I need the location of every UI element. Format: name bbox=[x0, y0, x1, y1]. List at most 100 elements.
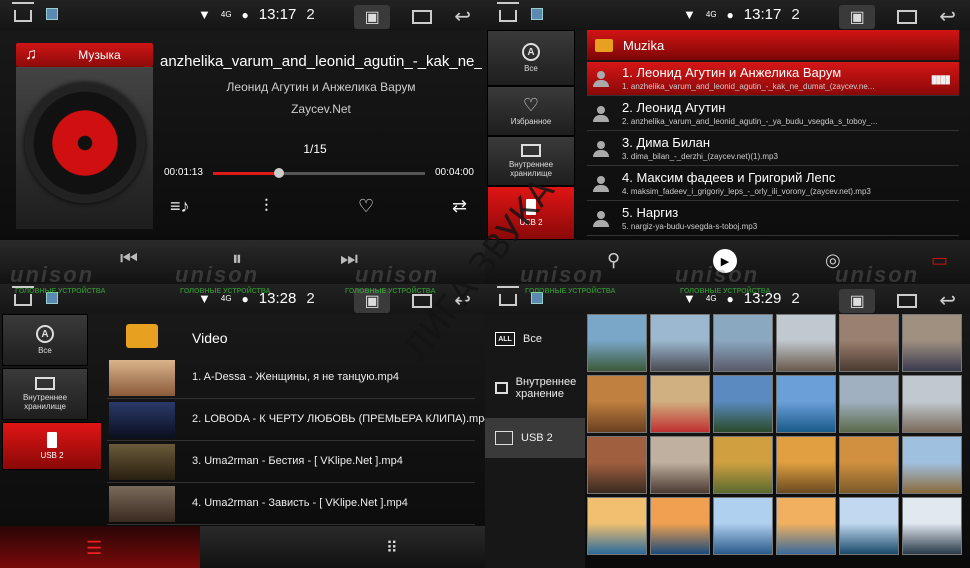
video-thumbnail bbox=[109, 360, 175, 396]
photo-thumbnail[interactable] bbox=[587, 497, 647, 555]
track-title: anzhelika_varum_and_leonid_agutin_-_kak_… bbox=[160, 53, 482, 70]
heart-icon: ♡ bbox=[522, 95, 540, 115]
video-name: 2. LOBODA - К ЧЕРТУ ЛЮБОВЬ (ПРЕМЬЕРА КЛИ… bbox=[192, 413, 491, 425]
photo-thumbnail[interactable] bbox=[587, 436, 647, 494]
list-view-tab[interactable]: ☰ bbox=[0, 526, 200, 568]
photo-thumbnail[interactable] bbox=[839, 314, 899, 372]
folder-icon bbox=[126, 324, 158, 348]
person-icon[interactable]: ⚲ bbox=[607, 250, 620, 271]
video-row[interactable]: 3. Uma2rman - Бестия - [ VKlipe.Net ].mp… bbox=[107, 441, 475, 483]
current-time: 00:01:13 bbox=[164, 167, 203, 178]
photo-thumbnail[interactable] bbox=[713, 375, 773, 433]
sidebar-internal-storage[interactable]: Внутреннее хранилище bbox=[2, 368, 88, 420]
notification-count: 2 bbox=[306, 290, 315, 307]
song-file: 5. nargiz-ya-budu-vsegda-s-toboj.mp3 bbox=[622, 222, 758, 231]
location-icon: ● bbox=[726, 7, 734, 22]
video-thumbnail bbox=[109, 486, 175, 522]
photo-thumbnail[interactable] bbox=[902, 314, 962, 372]
brand-watermark: unison bbox=[835, 262, 920, 287]
photo-thumbnail[interactable] bbox=[650, 497, 710, 555]
photo-thumbnail[interactable] bbox=[587, 375, 647, 433]
photo-thumbnail[interactable] bbox=[776, 314, 836, 372]
screencast-icon[interactable]: ▣ bbox=[354, 5, 391, 29]
sidebar-all[interactable]: A Все bbox=[2, 314, 88, 366]
storage-icon bbox=[35, 377, 55, 390]
recent-apps-icon[interactable] bbox=[897, 10, 918, 24]
favorite-heart-icon[interactable]: ♡ bbox=[358, 196, 374, 217]
folder-name: Muzika bbox=[623, 37, 665, 53]
gallery-icon[interactable] bbox=[46, 8, 58, 20]
photo-thumbnail[interactable] bbox=[839, 497, 899, 555]
artist-icon bbox=[593, 71, 609, 87]
photo-thumbnail[interactable] bbox=[650, 375, 710, 433]
folder-red-icon[interactable]: ▭ bbox=[931, 250, 948, 271]
status-bar: ▼ 4G ● 13:17 2 ▣ ↩ bbox=[0, 0, 485, 30]
photo-thumbnail[interactable] bbox=[902, 375, 962, 433]
network-type: 4G bbox=[705, 10, 717, 19]
recent-apps-icon[interactable] bbox=[897, 294, 918, 308]
video-row[interactable]: 1. A-Dessa - Женщины, я не танцую.mp4 bbox=[107, 357, 475, 399]
photo-thumbnail[interactable] bbox=[713, 497, 773, 555]
home-icon[interactable] bbox=[497, 2, 519, 22]
previous-icon[interactable]: ⏮ bbox=[120, 248, 138, 271]
song-row[interactable]: 3. Дима Билан 3. dima_bilan_-_derzhi_(za… bbox=[587, 132, 959, 166]
photo-thumbnail[interactable] bbox=[650, 314, 710, 372]
sidebar-all[interactable]: A Все bbox=[487, 30, 575, 86]
grid-icon[interactable]: ⠿ bbox=[386, 538, 398, 558]
playlist-icon[interactable]: ≡♪ bbox=[170, 196, 190, 217]
photo-thumbnail[interactable] bbox=[713, 436, 773, 494]
photo-thumbnail[interactable] bbox=[650, 436, 710, 494]
home-icon[interactable] bbox=[12, 286, 34, 306]
artist-icon bbox=[593, 176, 609, 192]
track-artist: Леонид Агутин и Анжелика Варум bbox=[226, 80, 416, 94]
sidebar-favorites[interactable]: ♡ Избранное bbox=[487, 86, 575, 136]
photo-thumbnail[interactable] bbox=[776, 375, 836, 433]
brand-watermark: unison bbox=[175, 262, 260, 287]
sidebar-usb[interactable]: USB 2 bbox=[2, 422, 102, 470]
clock: 13:17 bbox=[743, 6, 782, 23]
artist-icon bbox=[593, 141, 609, 157]
video-row[interactable]: 2. LOBODA - К ЧЕРТУ ЛЮБОВЬ (ПРЕМЬЕРА КЛИ… bbox=[107, 399, 490, 441]
progress-knob[interactable] bbox=[273, 168, 284, 178]
screencast-icon[interactable]: ▣ bbox=[839, 289, 876, 313]
video-row[interactable]: 4. Uma2rman - Зависть - [ VKlipe.Net ].m… bbox=[107, 483, 475, 525]
photo-thumbnail[interactable] bbox=[776, 436, 836, 494]
home-icon[interactable] bbox=[497, 286, 519, 306]
gallery-filter-all[interactable]: ALL Все bbox=[485, 322, 585, 356]
song-row[interactable]: 2. Леонид Агутин 2. anzhelika_varum_and_… bbox=[587, 97, 959, 131]
song-row[interactable]: 4. Максим фадеев и Григорий Лепс 4. maks… bbox=[587, 167, 959, 201]
tagline-watermark: ГОЛОВНЫЕ УСТРОЙСТВА bbox=[525, 288, 616, 295]
brand-watermark: unison bbox=[355, 262, 440, 287]
gallery-filter-usb[interactable]: USB 2 bbox=[485, 418, 585, 458]
sidebar-usb-label: USB 2 bbox=[40, 451, 64, 460]
photo-thumbnail[interactable] bbox=[839, 375, 899, 433]
photo-thumbnail[interactable] bbox=[839, 436, 899, 494]
gallery-filter-internal[interactable]: Внутреннее хранение bbox=[485, 368, 585, 408]
back-icon[interactable]: ↩ bbox=[939, 291, 956, 311]
artist-icon bbox=[593, 211, 609, 227]
photo-thumbnail[interactable] bbox=[713, 314, 773, 372]
screencast-icon[interactable]: ▣ bbox=[839, 5, 876, 29]
back-icon[interactable]: ↩ bbox=[454, 7, 471, 27]
tagline-watermark: ГОЛОВНЫЕ УСТРОЙСТВА bbox=[345, 288, 436, 295]
song-row[interactable]: 1. Леонид Агутин и Анжелика Варум 1. anz… bbox=[587, 62, 959, 96]
photo-thumbnail[interactable] bbox=[587, 314, 647, 372]
wifi-icon: ▼ bbox=[683, 7, 696, 22]
photo-thumbnail[interactable] bbox=[902, 436, 962, 494]
progress-bar[interactable] bbox=[213, 168, 425, 178]
song-row[interactable]: 5. Наргиз 5. nargiz-ya-budu-vsegda-s-tob… bbox=[587, 202, 959, 236]
folder-header[interactable]: Muzika bbox=[587, 30, 959, 60]
equalizer-icon[interactable]: ⫶ bbox=[264, 196, 269, 217]
photo-grid bbox=[587, 314, 963, 568]
video-name: 1. A-Dessa - Женщины, я не танцую.mp4 bbox=[192, 371, 399, 383]
song-title: 3. Дима Билан bbox=[622, 135, 711, 150]
photo-thumbnail[interactable] bbox=[902, 497, 962, 555]
repeat-icon[interactable]: ⇄ bbox=[452, 196, 467, 217]
gallery-icon[interactable] bbox=[531, 8, 543, 20]
back-icon[interactable]: ↩ bbox=[939, 7, 956, 27]
recent-apps-icon[interactable] bbox=[412, 10, 433, 24]
home-icon[interactable] bbox=[12, 2, 34, 22]
music-category-tab[interactable]: ♫ Музыка bbox=[16, 43, 153, 67]
track-album: Zaycev.Net bbox=[291, 102, 351, 116]
photo-thumbnail[interactable] bbox=[776, 497, 836, 555]
